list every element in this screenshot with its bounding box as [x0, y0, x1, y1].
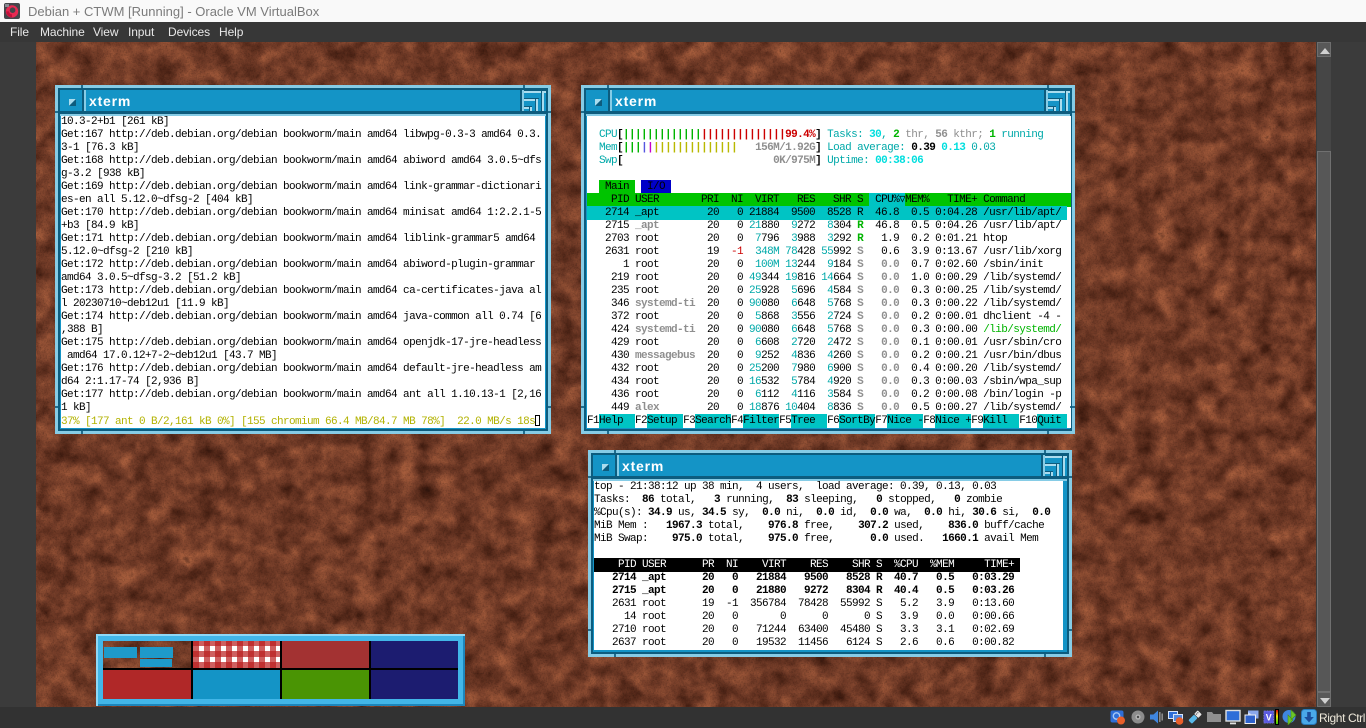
svg-text:V: V — [1266, 712, 1272, 722]
